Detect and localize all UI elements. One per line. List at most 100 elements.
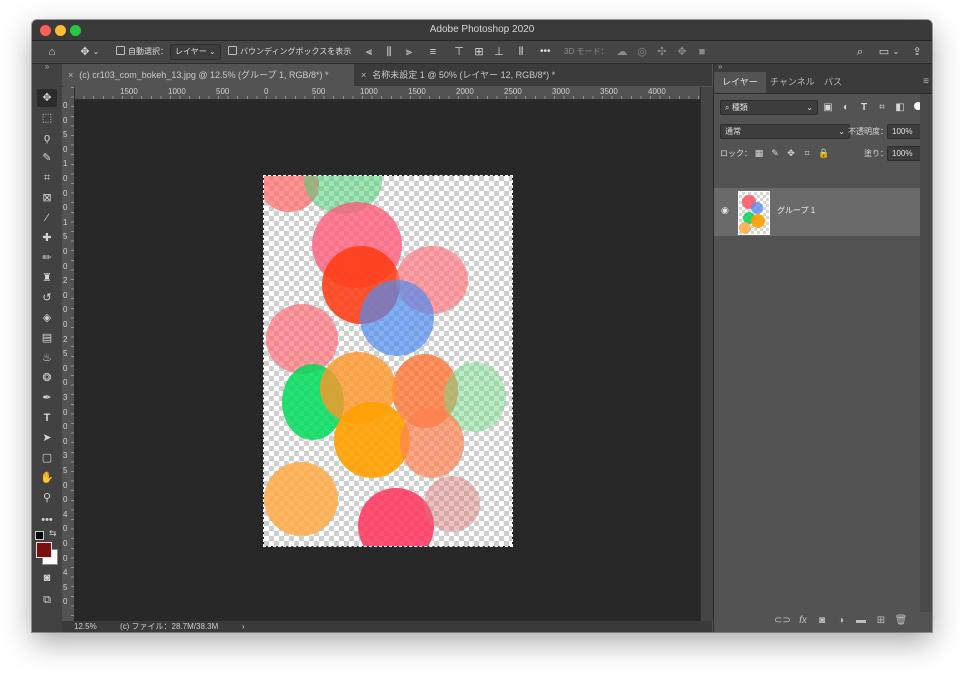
collapse-icon[interactable]: » xyxy=(718,62,722,71)
thumbnail-bokeh xyxy=(751,202,763,214)
zoom-level[interactable]: 12.5% xyxy=(74,621,97,632)
align-middle-v-icon[interactable]: ⊞ xyxy=(472,45,486,59)
default-colors-icon[interactable] xyxy=(35,531,44,540)
gradient-icon[interactable]: ▤ xyxy=(37,329,57,347)
close-tab-icon[interactable]: × xyxy=(361,70,366,80)
roll-3d-icon[interactable]: ◎ xyxy=(635,45,649,59)
align-bottom-icon[interactable]: ⊥ xyxy=(492,45,506,59)
swap-colors-icon[interactable]: ⇆ xyxy=(49,528,57,539)
lock-all-icon[interactable]: 🔒 xyxy=(818,146,829,160)
slide-3d-icon[interactable]: ✥ xyxy=(675,45,689,59)
filter-smart-object-icon[interactable]: ◧ xyxy=(894,101,906,115)
tab-channels[interactable]: チャンネル xyxy=(762,72,823,93)
horizontal-ruler[interactable]: 1500 1000 500 0 500 1000 1500 2000 2500 3000 3500 4… xyxy=(74,87,700,100)
ruler-label: 0 xyxy=(63,203,68,213)
vertical-scrollbar[interactable] xyxy=(700,87,713,621)
close-tab-icon[interactable]: × xyxy=(68,70,73,80)
tab-layers[interactable]: レイヤー xyxy=(714,72,766,93)
ruler-label: 0 xyxy=(264,87,269,96)
workspace-icon[interactable]: ▭ xyxy=(877,45,891,59)
ruler-label: 0 xyxy=(63,290,68,300)
marquee-icon[interactable]: ⬚ xyxy=(37,109,57,127)
ruler-label: 0 xyxy=(63,553,68,563)
shape-icon[interactable]: ▢ xyxy=(37,449,57,467)
foreground-color-swatch[interactable] xyxy=(36,542,52,558)
panel-menu-icon[interactable]: ≡ xyxy=(923,76,929,87)
document-tab-active[interactable]: × (c) cr103_com_bokeh_13.jpg @ 12.5% (グルー… xyxy=(62,64,354,86)
filter-shape-icon[interactable]: ⌗ xyxy=(876,101,888,115)
chevron-down-icon: ⌄ xyxy=(806,103,813,112)
lock-transparency-icon[interactable]: ▦ xyxy=(754,146,764,160)
distribute-vertical-icon[interactable]: ⦀ xyxy=(514,45,528,59)
history-brush-icon[interactable]: ↺ xyxy=(37,289,57,307)
align-top-icon[interactable]: ⊤ xyxy=(452,45,466,59)
zoom-icon[interactable]: ⚲ xyxy=(37,489,57,507)
blur-icon[interactable]: ♨ xyxy=(37,349,57,367)
screen-mode-icon[interactable]: ⧉ xyxy=(37,591,57,609)
more-options-button[interactable]: ••• xyxy=(540,44,551,60)
scale-3d-icon[interactable]: ■ xyxy=(695,45,709,59)
search-icon[interactable]: ⌕ xyxy=(853,45,867,59)
fx-icon[interactable]: fx xyxy=(796,614,810,628)
filter-adjustment-icon[interactable]: ◐ xyxy=(840,101,852,115)
layer-thumbnail[interactable] xyxy=(738,191,770,235)
healing-brush-icon[interactable]: ✚ xyxy=(37,229,57,247)
auto-select-target-dropdown[interactable]: レイヤー ⌄ xyxy=(170,44,221,60)
lock-artboard-icon[interactable]: ⌗ xyxy=(802,146,812,160)
move-tool-preset-icon[interactable]: ✥ xyxy=(78,45,92,59)
lock-position-icon[interactable]: ✥ xyxy=(786,146,796,160)
dodge-icon[interactable]: ❂ xyxy=(37,369,57,387)
align-center-h-icon[interactable]: ⫼ xyxy=(382,45,396,59)
tab-paths[interactable]: パス xyxy=(816,72,850,93)
blend-mode-dropdown[interactable]: 通常 ⌄ xyxy=(720,124,850,139)
stamp-icon[interactable]: ♜ xyxy=(37,269,57,287)
chevron-down-icon[interactable]: ⌄ xyxy=(92,45,100,59)
distribute-icon[interactable]: ≡ xyxy=(426,45,440,59)
bounding-box-checkbox[interactable]: バウンディングボックスを表示 xyxy=(228,44,351,60)
lock-pixels-icon[interactable]: ✎ xyxy=(770,146,780,160)
window-title: Adobe Photoshop 2020 xyxy=(429,24,535,35)
file-info[interactable]: (c) ファイル：28.7M/38.3M xyxy=(120,621,218,632)
document-canvas[interactable] xyxy=(263,175,513,547)
add-mask-icon[interactable]: ◙ xyxy=(815,614,829,628)
adjustment-layer-icon[interactable]: ◑ xyxy=(834,614,848,628)
align-right-icon[interactable]: ⫸ xyxy=(402,45,416,59)
panel-scrollbar[interactable] xyxy=(920,94,932,612)
eyedropper-icon[interactable]: ⁄ xyxy=(37,209,57,227)
type-icon[interactable]: T xyxy=(37,409,57,427)
document-tab[interactable]: × 名称未設定 1 @ 50% (レイヤー 12, RGB/8*) * xyxy=(355,64,605,86)
layer-row[interactable]: ◉ グループ 1 xyxy=(714,188,920,236)
home-icon[interactable]: ⌂ xyxy=(44,45,60,59)
move-icon[interactable]: ✥ xyxy=(37,89,57,107)
link-layers-icon[interactable]: ⊂⊃ xyxy=(774,614,791,628)
status-menu-arrow[interactable]: › xyxy=(242,621,245,632)
frame-icon[interactable]: ⊠ xyxy=(37,189,57,207)
filter-kind-dropdown[interactable]: ⌕ 種類 ⌄ xyxy=(720,100,818,115)
pen-icon[interactable]: ✒ xyxy=(37,389,57,407)
more-tools-icon[interactable]: ••• xyxy=(37,511,57,529)
brush-icon[interactable]: ✏ xyxy=(37,249,57,267)
lock-label: ロック： xyxy=(720,149,752,158)
eraser-icon[interactable]: ◈ xyxy=(37,309,57,327)
layer-name[interactable]: グループ 1 xyxy=(777,205,815,216)
crop-icon[interactable]: ⌗ xyxy=(37,169,57,187)
auto-select-checkbox[interactable]: 自動選択： xyxy=(116,44,168,60)
quick-select-icon[interactable]: ✎ xyxy=(37,149,57,167)
chevron-down-icon[interactable]: ⌄ xyxy=(892,45,900,59)
eye-icon[interactable]: ◉ xyxy=(721,205,731,215)
collapse-icon[interactable]: » xyxy=(37,63,57,71)
path-select-icon[interactable]: ➤ xyxy=(37,429,57,447)
filter-pixel-icon[interactable]: ▣ xyxy=(822,101,834,115)
ruler-label: 0 xyxy=(63,597,68,607)
new-layer-icon[interactable]: ⊞ xyxy=(874,614,888,628)
trash-icon[interactable]: 🗑 xyxy=(894,614,908,628)
share-icon[interactable]: ⇪ xyxy=(910,45,924,59)
hand-icon[interactable]: ✋ xyxy=(37,469,57,487)
align-left-icon[interactable]: ⫷ xyxy=(362,45,376,59)
pan-3d-icon[interactable]: ✣ xyxy=(655,45,669,59)
filter-type-icon[interactable]: T xyxy=(858,101,870,115)
orbit-3d-icon[interactable]: ☁ xyxy=(615,45,629,59)
lasso-icon[interactable]: ϙ xyxy=(37,129,57,147)
quick-mask-icon[interactable]: ◙ xyxy=(37,569,57,587)
new-group-icon[interactable]: ▬ xyxy=(854,614,868,628)
